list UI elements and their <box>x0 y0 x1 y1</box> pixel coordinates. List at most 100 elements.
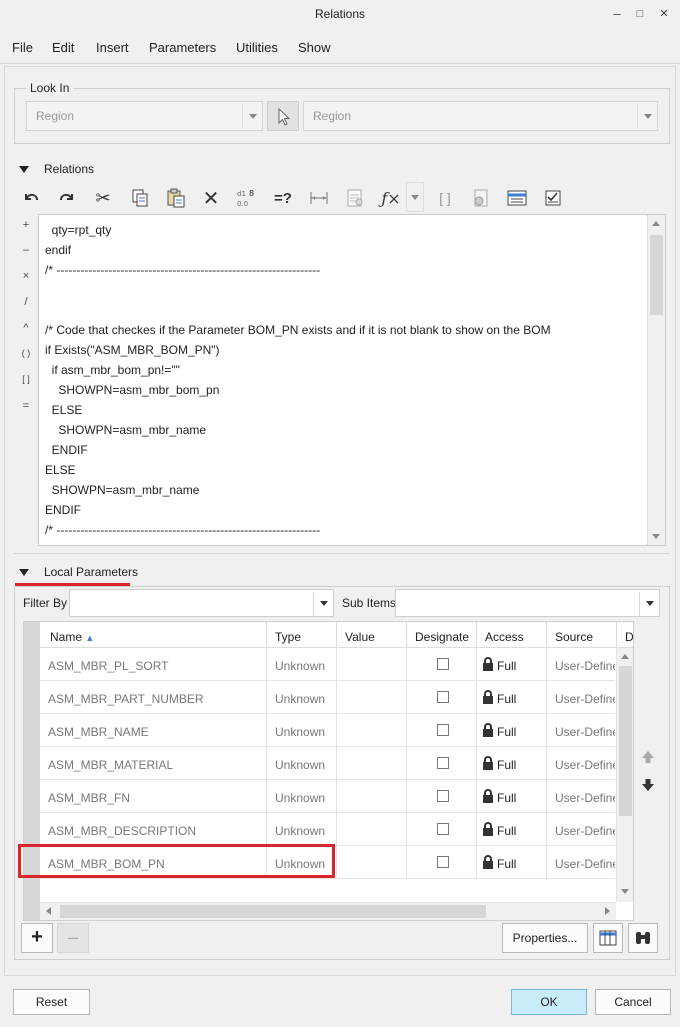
parameter-properties-icon[interactable] <box>468 186 494 210</box>
column-header-value[interactable]: Value <box>337 622 407 648</box>
table-row[interactable]: ASM_MBR_NAMEUnknown Full User-Defined <box>40 714 615 747</box>
relations-editor[interactable]: qty=rpt_qty endif /* -------------------… <box>38 214 666 546</box>
name-cell: ASM_MBR_DESCRIPTION <box>40 813 267 846</box>
remove-parameter-button[interactable]: – <box>57 923 89 953</box>
designate-checkbox[interactable] <box>437 691 449 703</box>
column-header-access[interactable]: Access <box>477 622 547 648</box>
table-row[interactable]: ASM_MBR_PL_SORTUnknown Full User-Defined <box>40 648 615 681</box>
table-vertical-scrollbar[interactable] <box>616 648 633 902</box>
designate-checkbox[interactable] <box>437 757 449 769</box>
insert-plus-button[interactable]: + <box>18 219 34 231</box>
editor-vertical-scrollbar[interactable] <box>647 215 665 545</box>
menu-file[interactable]: File <box>12 40 33 55</box>
insert-multiply-button[interactable]: × <box>18 270 34 282</box>
minimize-button[interactable]: – <box>606 4 628 24</box>
source-cell: User-Defined <box>547 714 615 747</box>
menu-insert[interactable]: Insert <box>96 40 129 55</box>
sub-items-select[interactable] <box>395 589 660 617</box>
code-line: SHOWPN=asm_mbr_name <box>45 483 200 497</box>
table-row[interactable]: ASM_MBR_MATERIALUnknown Full User-Defined <box>40 747 615 780</box>
designate-checkbox[interactable] <box>437 790 449 802</box>
close-button[interactable]: ✕ <box>653 4 675 24</box>
relations-check-icon[interactable] <box>540 186 566 210</box>
section-divider <box>14 553 670 554</box>
brackets-icon[interactable]: [ ] <box>432 186 458 210</box>
column-header-name[interactable]: Name ▲ <box>40 622 267 648</box>
column-header-description[interactable]: D <box>617 622 634 648</box>
sort-relations-icon[interactable] <box>504 186 530 210</box>
table-hscroll-thumb[interactable] <box>60 905 486 918</box>
insert-divide-button[interactable]: / <box>18 296 34 308</box>
table-row[interactable]: ASM_MBR_FNUnknown Full User-Defined <box>40 780 615 813</box>
cut-icon[interactable]: ✂ <box>90 186 116 210</box>
svg-text:0.0: 0.0 <box>237 200 248 208</box>
access-value: Full <box>497 659 517 673</box>
editor-scroll-thumb[interactable] <box>650 235 663 315</box>
maximize-button[interactable]: □ <box>629 4 651 24</box>
select-in-model-button[interactable] <box>267 101 299 131</box>
code-line: /* Code that checkes if the Parameter BO… <box>45 323 551 337</box>
value-cell <box>337 780 407 813</box>
ok-button[interactable]: OK <box>511 989 587 1015</box>
column-header-source[interactable]: Source <box>547 622 617 648</box>
designate-cell <box>407 681 477 714</box>
designate-cell <box>407 813 477 846</box>
parameters-table-icon[interactable] <box>342 186 368 210</box>
menu-utilities[interactable]: Utilities <box>236 40 278 55</box>
menu-show[interactable]: Show <box>298 40 331 55</box>
filter-by-select[interactable] <box>69 589 334 617</box>
table-row[interactable]: ASM_MBR_PART_NUMBER Unknown Full User-Defin… <box>40 681 615 714</box>
verify-relations-icon[interactable]: =? <box>270 186 296 210</box>
function-dropdown[interactable] <box>406 182 424 212</box>
dimension-icon[interactable] <box>306 186 332 210</box>
function-icon[interactable]: ƒ× <box>378 186 404 210</box>
designate-checkbox[interactable] <box>437 658 449 670</box>
chevron-down-icon <box>639 592 659 616</box>
access-cell: Full <box>477 846 547 879</box>
insert-power-button[interactable]: ^ <box>18 322 34 334</box>
reset-button[interactable]: Reset <box>13 989 90 1015</box>
table-scroll-thumb[interactable] <box>619 666 632 816</box>
add-parameter-button[interactable]: + <box>21 923 53 953</box>
column-name-label: Name <box>50 630 83 644</box>
table-columns-button[interactable] <box>593 923 623 953</box>
code-line: if asm_mbr_bom_pn!="" <box>45 363 180 377</box>
find-button[interactable] <box>628 923 658 953</box>
insert-minus-button[interactable]: – <box>18 244 34 256</box>
redo-icon[interactable] <box>54 186 80 210</box>
window-title: Relations <box>314 7 366 21</box>
designate-checkbox[interactable] <box>437 823 449 835</box>
delete-icon[interactable]: ✕ <box>198 186 224 210</box>
look-in-filter-select[interactable]: Region <box>26 101 263 131</box>
value-cell <box>337 747 407 780</box>
insert-parentheses-button[interactable]: ( ) <box>18 348 34 358</box>
properties-button[interactable]: Properties... <box>502 923 588 953</box>
value-cell <box>337 846 407 879</box>
svg-text:d1: d1 <box>237 190 246 198</box>
menu-edit[interactable]: Edit <box>52 40 74 55</box>
paste-icon[interactable] <box>163 186 189 210</box>
cancel-button[interactable]: Cancel <box>595 989 671 1015</box>
relations-collapse-icon[interactable] <box>19 166 29 173</box>
type-cell: Unknown <box>267 681 337 714</box>
evaluate-selection-icon[interactable]: d1 8 0.0 <box>234 186 260 210</box>
access-value: Full <box>497 692 517 706</box>
undo-icon[interactable] <box>18 186 44 210</box>
table-horizontal-scrollbar[interactable] <box>40 902 616 920</box>
move-down-icon[interactable] <box>641 778 655 795</box>
table-row[interactable]: ASM_MBR_DESCRIPTION Unknown Full User-Defin… <box>40 813 615 846</box>
column-header-designate[interactable]: Designate <box>407 622 477 648</box>
chevron-down-icon <box>313 592 333 616</box>
cursor-arrow-icon <box>278 107 291 126</box>
menu-parameters[interactable]: Parameters <box>149 40 216 55</box>
move-up-icon[interactable] <box>641 750 655 767</box>
look-in-target-select[interactable]: Region <box>303 101 658 131</box>
insert-brackets-button[interactable]: [ ] <box>18 374 34 384</box>
insert-equals-button[interactable]: = <box>18 400 34 412</box>
designate-checkbox[interactable] <box>437 856 449 868</box>
local-parameters-collapse-icon[interactable] <box>19 569 29 576</box>
copy-icon[interactable] <box>127 186 153 210</box>
access-value: Full <box>497 824 517 838</box>
column-header-type[interactable]: Type <box>267 622 337 648</box>
designate-checkbox[interactable] <box>437 724 449 736</box>
